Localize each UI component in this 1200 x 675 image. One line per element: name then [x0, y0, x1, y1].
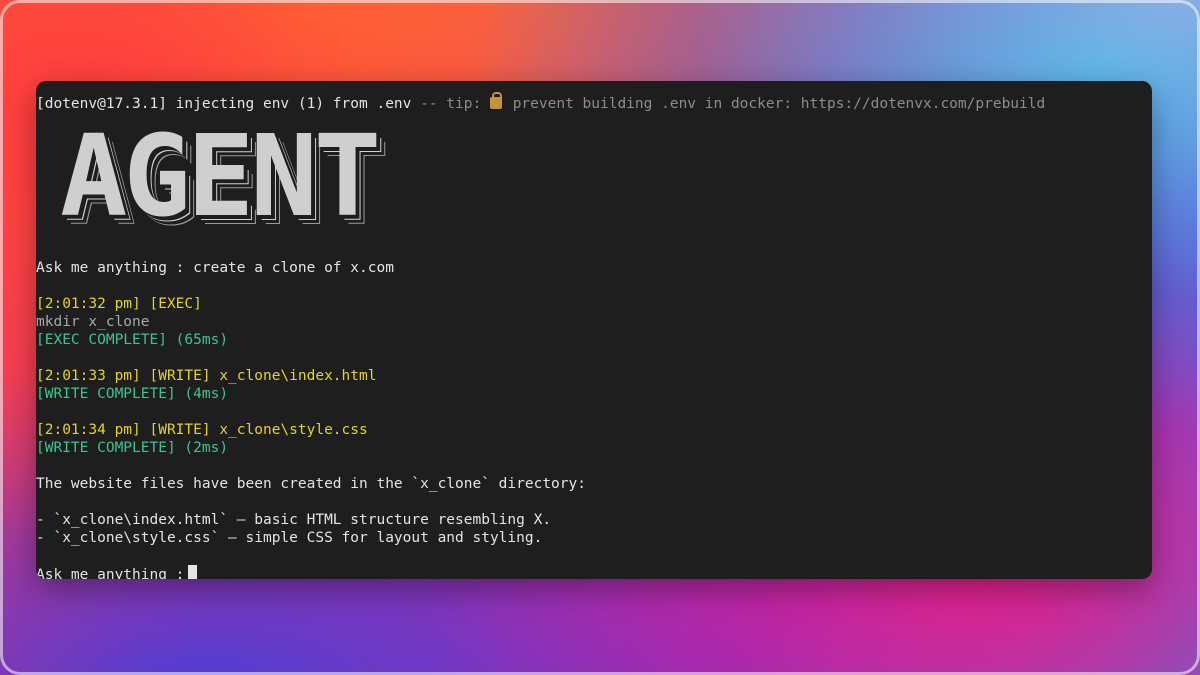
summary-text: The website files have been created in t… [36, 476, 586, 492]
log-command: mkdir x_clone [36, 314, 150, 330]
log-result: [EXEC COMPLETE] (65ms) [36, 332, 229, 348]
dotenv-prefix: [dotenv@17.3.1] injecting env (1) from .… [36, 96, 412, 112]
log-header: [2:01:32 pm] [EXEC] [36, 296, 202, 312]
dotenv-tip-text: prevent building .env in docker: https:/… [503, 96, 1046, 112]
log-header: [2:01:34 pm] [WRITE] x_clone\style.css [36, 422, 368, 438]
summary-bullet: - `x_clone\index.html` — basic HTML stru… [36, 512, 552, 528]
banner-text: AGENT [60, 112, 381, 242]
input-prompt-label: Ask me anything : [36, 567, 185, 579]
lock-icon [489, 92, 502, 109]
input-prompt[interactable]: Ask me anything : [36, 565, 1152, 579]
ascii-banner: AGENT [60, 113, 1152, 241]
prompt-line: Ask me anything : create a clone of x.co… [36, 260, 394, 276]
dotenv-tip-label: -- tip: [411, 96, 490, 112]
log-header: [2:01:33 pm] [WRITE] x_clone\index.html [36, 368, 377, 384]
text-cursor [188, 565, 198, 579]
log-result: [WRITE COMPLETE] (2ms) [36, 440, 229, 456]
dotenv-notice: [dotenv@17.3.1] injecting env (1) from .… [36, 92, 1152, 113]
summary-bullet: - `x_clone\style.css` — simple CSS for l… [36, 530, 543, 546]
log-result: [WRITE COMPLETE] (4ms) [36, 386, 229, 402]
terminal-window[interactable]: [dotenv@17.3.1] injecting env (1) from .… [36, 81, 1152, 579]
